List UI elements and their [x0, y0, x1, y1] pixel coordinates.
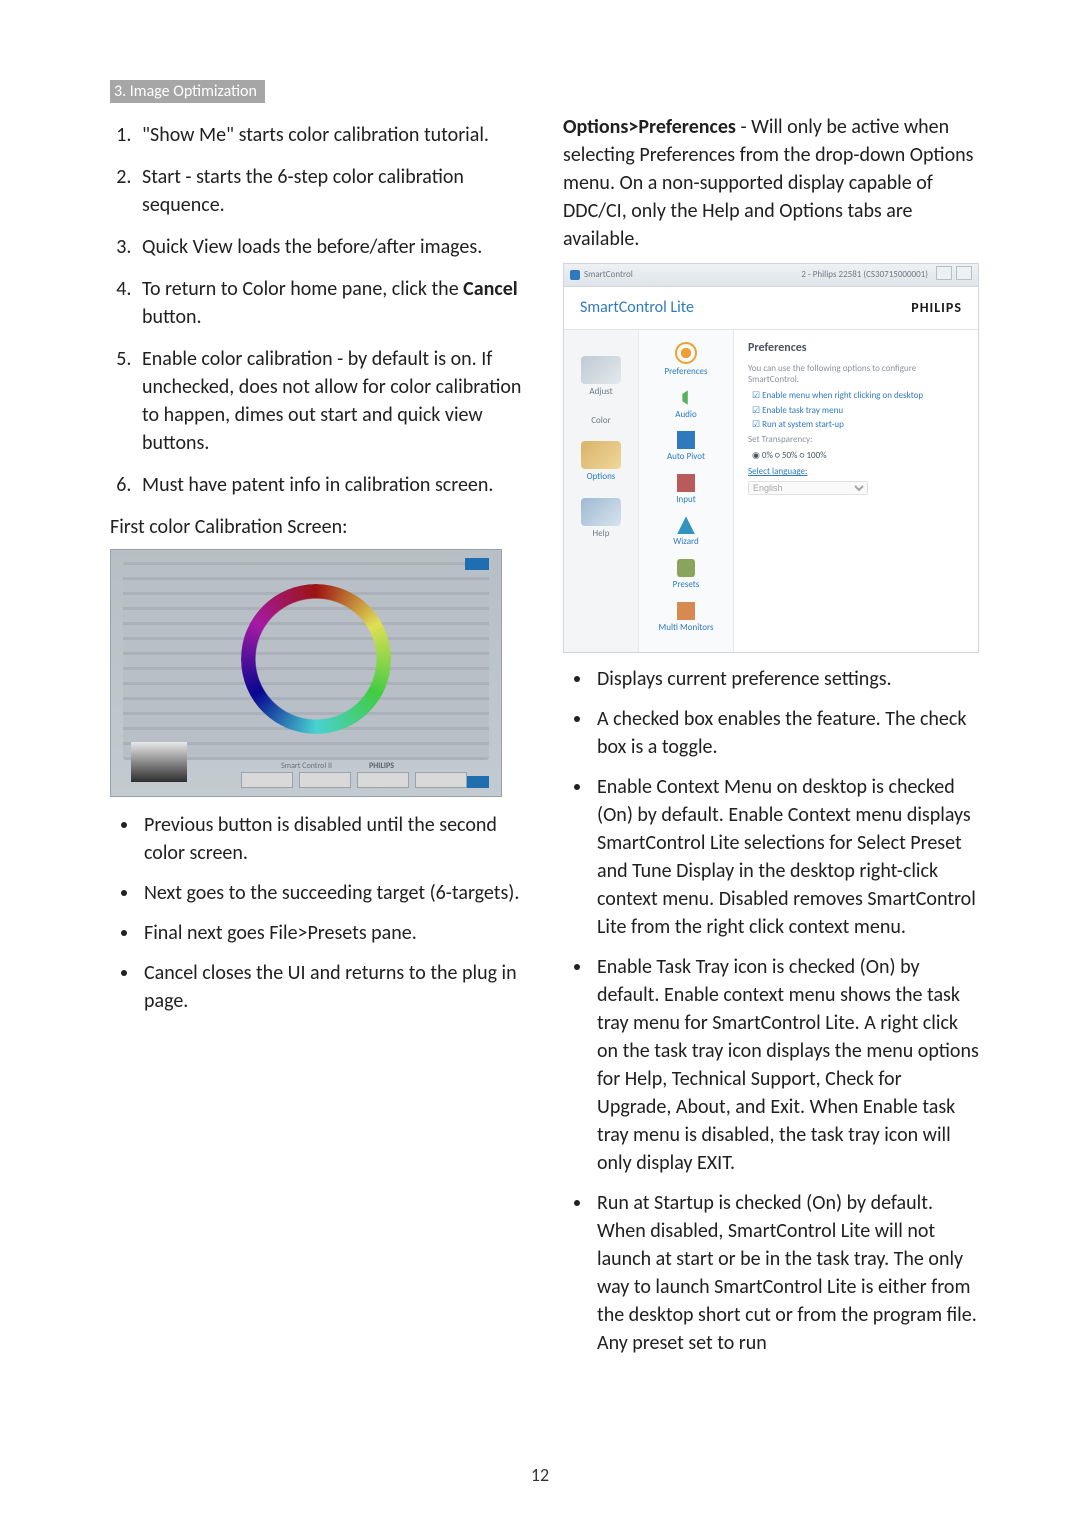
right-intro-paragraph: Options>Preferences - Will only be activ… — [563, 113, 980, 253]
blue-tab-icon — [465, 558, 489, 570]
nav-label: Color — [591, 415, 611, 428]
options-icon — [581, 441, 621, 469]
subnav-presets: Presets — [673, 559, 700, 592]
preferences-screenshot: SmartControl 2 - Philips 22581 (CS307150… — [563, 263, 979, 653]
check-context-menu: Enable menu when right clicking on deskt… — [752, 390, 964, 403]
titlebar-app-label: SmartControl — [584, 269, 633, 282]
step-2: Start - starts the 6-step color calibrat… — [136, 163, 527, 219]
close-icon — [956, 266, 972, 280]
hue-ring-icon — [241, 584, 391, 734]
shot1-caption-left: Smart Control II — [281, 761, 332, 772]
subnav-label: Audio — [675, 409, 696, 422]
right-bullet: Enable Context Menu on desktop is checke… — [593, 773, 980, 941]
shot1-button — [241, 772, 293, 788]
shot1-button-row — [241, 772, 467, 788]
subnav-label: Preferences — [664, 366, 707, 379]
nav-adjust: Adjust — [581, 356, 621, 399]
section-header: 3. Image Optimization — [110, 80, 265, 103]
nav-help: Help — [581, 498, 621, 541]
app-title: SmartControl Lite — [580, 297, 694, 319]
right-bullets: Displays current preference settings. A … — [563, 665, 980, 1357]
step-4: To return to Color home pane, click the … — [136, 275, 527, 331]
panel-title: Preferences — [748, 340, 964, 357]
step-3: Quick View loads the before/after images… — [136, 233, 527, 261]
subnav-audio: Audio — [675, 389, 696, 422]
right-bullet: A checked box enables the feature. The c… — [593, 705, 980, 761]
left-column: "Show Me" starts color calibration tutor… — [110, 113, 527, 1369]
two-column-layout: "Show Me" starts color calibration tutor… — [110, 113, 980, 1369]
step-1: "Show Me" starts color calibration tutor… — [136, 121, 527, 149]
app-icon — [570, 270, 580, 280]
pivot-icon — [677, 431, 695, 449]
panel-hint: You can use the following options to con… — [748, 363, 964, 386]
step-6: Must have patent info in calibration scr… — [136, 471, 527, 499]
titlebar-app: SmartControl — [570, 269, 633, 282]
monitors-icon — [677, 602, 695, 620]
window-titlebar: SmartControl 2 - Philips 22581 (CS307150… — [564, 264, 978, 287]
shot1-button — [415, 772, 467, 788]
brand-logo: PHILIPS — [911, 298, 962, 318]
right-bullet: Enable Task Tray icon is checked (On) by… — [593, 953, 980, 1177]
transparency-options: ◉ 0% ○ 50% ○ 100% — [752, 450, 964, 463]
right-bullet: Displays current preference settings. — [593, 665, 980, 693]
presets-icon — [677, 559, 695, 577]
left-bullet: Next goes to the succeeding target (6-ta… — [140, 879, 527, 907]
subnav-label: Input — [676, 494, 695, 507]
language-label: Select language: — [748, 466, 964, 479]
help-icon — [936, 266, 952, 280]
calibration-screenshot: Smart Control II PHILIPS — [110, 549, 502, 797]
app-header: SmartControl Lite PHILIPS — [564, 287, 978, 330]
gray-gradient-swatch — [131, 742, 187, 782]
left-subhead: First color Calibration Screen: — [110, 513, 527, 541]
nav-label: Options — [587, 471, 616, 484]
subnav-wizard: Wizard — [673, 516, 699, 549]
subnav-label: Multi Monitors — [659, 622, 714, 635]
nav-options: Options — [581, 441, 621, 484]
shot1-button — [357, 772, 409, 788]
page: 3. Image Optimization "Show Me" starts c… — [0, 0, 1080, 1526]
speaker-icon — [677, 389, 695, 407]
nav-label: Help — [593, 528, 610, 541]
nav-color: Color — [581, 413, 621, 428]
shot1-button — [299, 772, 351, 788]
subnav-preferences: Preferences — [664, 342, 707, 379]
left-bullet: Final next goes File>Presets pane. — [140, 919, 527, 947]
wizard-icon — [677, 516, 695, 534]
right-column: Options>Preferences - Will only be activ… — [563, 113, 980, 1369]
input-icon — [677, 474, 695, 492]
adjust-icon — [581, 356, 621, 384]
left-bullets: Previous button is disabled until the se… — [110, 811, 527, 1015]
check-task-tray: Enable task tray menu — [752, 405, 964, 418]
right-bullet: Run at Startup is checked (On) by defaul… — [593, 1189, 980, 1357]
gear-icon — [675, 342, 697, 364]
help-icon — [581, 498, 621, 526]
blue-tab-icon — [465, 776, 489, 788]
left-bullet: Previous button is disabled until the se… — [140, 811, 527, 867]
step-5: Enable color calibration - by default is… — [136, 345, 527, 457]
subnav-column: Preferences Audio Auto Pivot Input Wizar… — [639, 330, 734, 653]
nav-label: Adjust — [589, 386, 612, 399]
subnav-autopivot: Auto Pivot — [667, 431, 705, 464]
check-run-startup: Run at system start-up — [752, 419, 964, 432]
page-number: 12 — [0, 1464, 1080, 1486]
window-buttons — [934, 266, 972, 285]
numbered-steps: "Show Me" starts color calibration tutor… — [110, 121, 527, 499]
subnav-label: Auto Pivot — [667, 451, 705, 464]
subnav-multimonitors: Multi Monitors — [659, 602, 714, 635]
shot1-caption-right: PHILIPS — [369, 761, 394, 772]
subnav-input: Input — [676, 474, 695, 507]
transparency-label: Set Transparency: — [748, 434, 964, 446]
subnav-label: Wizard — [673, 536, 699, 549]
titlebar-info: 2 - Philips 22581 (CS30715000001) — [633, 269, 934, 282]
preferences-panel: Preferences You can use the following op… — [734, 330, 978, 653]
nav-column: Adjust Color Options Help — [564, 330, 639, 653]
language-select: English — [748, 481, 868, 495]
left-bullet: Cancel closes the UI and returns to the … — [140, 959, 527, 1015]
subnav-label: Presets — [673, 579, 700, 592]
